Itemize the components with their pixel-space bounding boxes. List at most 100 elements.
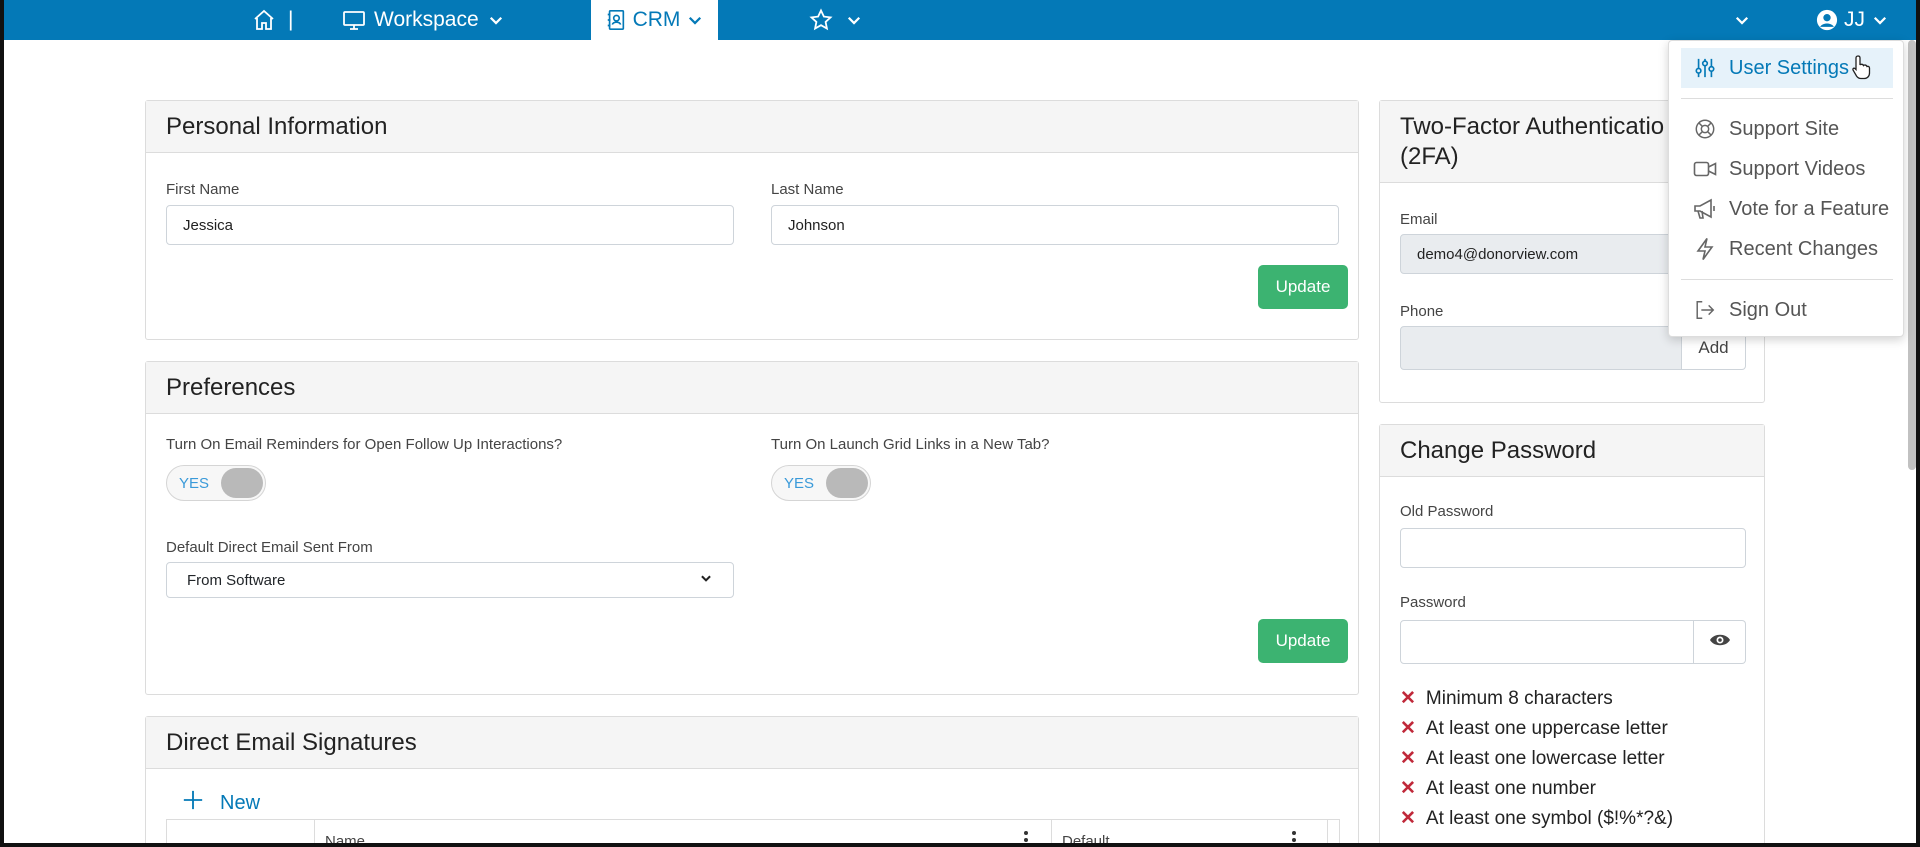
menu-item-label: Recent Changes [1729,237,1878,260]
new-signature-button[interactable]: New [182,789,260,817]
panel-title: Personal Information [166,112,388,140]
panel-header: Preferences [146,362,1358,414]
toggle-knob [221,468,263,498]
old-password-input[interactable] [1400,528,1746,568]
password-requirement: ✕ At least one number [1400,777,1596,800]
chevron-down-icon [487,11,505,29]
menu-item-label: Support Videos [1729,157,1866,180]
password-label: Password [1400,594,1466,611]
last-name-input[interactable]: Johnson [771,205,1339,245]
personal-info-panel: Personal Information First Name Jessica … [145,100,1359,340]
last-name-label: Last Name [771,181,844,198]
menu-item-support-site[interactable]: Support Site [1681,109,1893,149]
toggle-knob [826,468,868,498]
select-value: From Software [187,571,286,589]
grid-links-toggle[interactable]: YES [771,465,871,501]
column-select [167,820,315,847]
nav-favorites[interactable] [809,0,863,40]
user-initials: JJ [1844,8,1865,31]
kebab-menu-icon[interactable] [1023,830,1029,847]
menu-item-vote-feature[interactable]: Vote for a Feature [1681,189,1893,229]
kebab-menu-icon[interactable] [1291,830,1297,847]
chevron-down-icon [1733,11,1751,29]
panel-title: Change Password [1400,436,1597,464]
x-mark-icon: ✕ [1400,808,1416,829]
user-dropdown-menu: User Settings Support Site Support Video… [1668,40,1904,337]
menu-item-support-videos[interactable]: Support Videos [1681,149,1893,189]
lightning-icon [1681,237,1729,261]
password-requirement: ✕ At least one symbol ($!%*?&) [1400,807,1673,830]
requirement-text: At least one number [1425,777,1596,799]
sign-out-icon [1681,299,1729,321]
menu-item-sign-out[interactable]: Sign Out [1681,290,1893,330]
panel-title: Direct Email Signatures [166,728,417,756]
toggle-label: YES [784,475,815,492]
email-reminders-label: Turn On Email Reminders for Open Follow … [166,436,563,453]
chevron-down-icon [686,11,704,29]
twofa-phone-input[interactable] [1400,326,1682,370]
toggle-password-visibility-button[interactable] [1694,620,1746,664]
chevron-down-icon [1871,11,1889,29]
new-label: New [220,791,261,814]
requirement-text: At least one lowercase letter [1425,747,1665,769]
default-email-select[interactable]: From Software [166,562,734,598]
video-icon [1681,159,1729,179]
toggle-label: YES [179,475,210,492]
sliders-icon [1681,57,1729,79]
megaphone-icon [1681,198,1729,220]
nav-workspace[interactable]: Workspace [342,0,505,40]
panel-title-line1: Two-Factor Authenticatio [1400,112,1665,140]
menu-item-user-settings[interactable]: User Settings [1681,48,1893,88]
user-menu-toggle[interactable]: JJ [1816,0,1889,40]
grid-links-label: Turn On Launch Grid Links in a New Tab? [771,436,1050,453]
nav-home[interactable]: | [252,0,293,40]
menu-item-label: Support Site [1729,117,1840,140]
page-scrollbar[interactable] [1908,40,1916,470]
home-icon [252,8,276,32]
plus-icon [182,789,204,817]
star-icon [809,8,833,32]
column-header-label: Default [1062,833,1110,847]
menu-item-label: Sign Out [1729,298,1807,321]
chevron-down-icon [699,571,713,589]
panel-title-line2: (2FA) [1400,142,1459,170]
column-header-label: Name [325,833,366,847]
nav-crm[interactable]: CRM [591,0,718,40]
x-mark-icon: ✕ [1400,688,1416,709]
chevron-down-icon [845,11,863,29]
password-requirement: ✕ Minimum 8 characters [1400,687,1613,710]
requirement-text: At least one symbol ($!%*?&) [1425,807,1674,829]
column-name[interactable]: Name [315,820,1052,847]
monitor-icon [342,8,366,32]
menu-item-recent-changes[interactable]: Recent Changes [1681,229,1893,269]
first-name-input[interactable]: Jessica [166,205,734,245]
panel-header: Direct Email Signatures [146,717,1358,769]
menu-item-label: User Settings [1729,56,1850,79]
default-email-label: Default Direct Email Sent From [166,539,373,556]
email-reminders-toggle[interactable]: YES [166,465,266,501]
twofa-email-label: Email [1400,211,1438,228]
signatures-panel: Direct Email Signatures New Name Default [145,716,1359,847]
nav-more-button[interactable] [1733,0,1751,40]
lifebuoy-icon [1681,118,1729,140]
panel-header: Personal Information [146,101,1358,153]
password-requirement: ✕ At least one lowercase letter [1400,747,1665,770]
signatures-table-header: Name Default [166,819,1340,847]
update-preferences-button[interactable]: Update [1258,619,1348,663]
panel-title: Preferences [166,373,296,401]
nav-workspace-label: Workspace [374,8,479,31]
requirement-text: Minimum 8 characters [1425,687,1613,709]
update-personal-info-button[interactable]: Update [1258,265,1348,309]
first-name-label: First Name [166,181,240,198]
column-default[interactable]: Default [1052,820,1328,847]
password-input[interactable] [1400,620,1694,664]
nav-separator: | [288,8,294,31]
x-mark-icon: ✕ [1400,718,1416,739]
password-requirement: ✕ At least one uppercase letter [1400,717,1668,740]
hand-pointer-cursor-icon [1851,54,1871,86]
old-password-label: Old Password [1400,503,1494,520]
menu-item-label: Vote for a Feature [1729,197,1890,220]
panel-header: Change Password [1380,425,1764,477]
requirement-text: At least one uppercase letter [1425,717,1668,739]
top-nav-bar: | Workspace CRM JJ [0,0,1920,40]
